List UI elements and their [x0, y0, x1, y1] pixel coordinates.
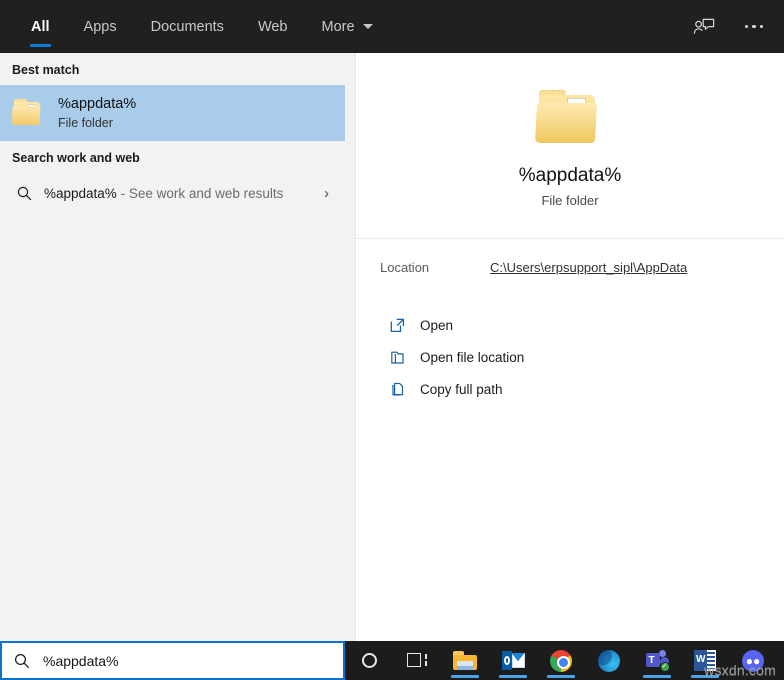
ellipsis-dot — [752, 25, 756, 29]
chevron-down-icon — [363, 24, 373, 29]
running-indicator — [643, 675, 671, 678]
action-copy-full-path[interactable]: Copy full path — [356, 373, 784, 405]
ellipsis-dot — [760, 25, 764, 29]
action-open[interactable]: Open — [356, 309, 784, 341]
taskbar-item-file-explorer[interactable] — [441, 641, 489, 680]
preview-title: %appdata% — [519, 165, 621, 187]
preview-pane: %appdata% File folder Location C:\Users\… — [355, 53, 784, 641]
location-row: Location C:\Users\erpsupport_sipl\AppDat… — [356, 239, 784, 295]
tab-web-label: Web — [258, 19, 288, 35]
feedback-person-icon[interactable] — [684, 7, 724, 47]
tab-apps-label: Apps — [84, 19, 117, 35]
search-icon — [12, 186, 36, 201]
result-item-appdata[interactable]: %appdata% File folder — [0, 85, 345, 141]
action-list: Open Open file location — [356, 295, 784, 405]
tab-all[interactable]: All — [14, 0, 67, 53]
preview-subtitle: File folder — [541, 193, 598, 208]
taskbar-item-edge[interactable] — [585, 641, 633, 680]
status-badge — [660, 662, 670, 672]
running-indicator — [547, 675, 575, 678]
tab-list: All Apps Documents Web More — [0, 0, 390, 53]
taskbar: T W ●● wsxdn.com — [0, 641, 784, 680]
running-indicator — [499, 675, 527, 678]
results-pane: Best match %appdata% File folder Search … — [0, 53, 345, 641]
ellipsis-dot — [745, 25, 749, 29]
tab-documents[interactable]: Documents — [134, 0, 241, 53]
folder-icon — [533, 87, 607, 149]
windows-search-overlay: All Apps Documents Web More — [0, 0, 784, 680]
search-work-web-heading: Search work and web — [0, 141, 345, 173]
ellipsis-icon[interactable] — [734, 7, 774, 47]
action-open-label: Open — [420, 318, 453, 333]
web-result-row[interactable]: %appdata% - See work and web results › — [0, 173, 345, 213]
watermark: wsxdn.com — [704, 662, 776, 678]
result-item-subtitle: File folder — [58, 115, 136, 132]
tab-apps[interactable]: Apps — [67, 0, 134, 53]
folder-icon — [10, 97, 46, 129]
copy-icon — [386, 382, 408, 397]
search-body: Best match %appdata% File folder Search … — [0, 53, 784, 641]
folder-open-icon — [386, 350, 408, 365]
running-indicator — [451, 675, 479, 678]
action-copy-full-path-label: Copy full path — [420, 382, 503, 397]
action-open-file-location[interactable]: Open file location — [356, 341, 784, 373]
taskbar-item-cortana[interactable] — [345, 641, 393, 680]
taskbar-item-chrome[interactable] — [537, 641, 585, 680]
open-in-new-icon — [386, 318, 408, 333]
action-open-file-location-label: Open file location — [420, 350, 524, 365]
tab-web[interactable]: Web — [241, 0, 305, 53]
tab-documents-label: Documents — [151, 19, 224, 35]
file-explorer-icon — [453, 651, 477, 670]
taskbar-item-task-view[interactable] — [393, 641, 441, 680]
chevron-right-icon[interactable]: › — [324, 185, 333, 202]
best-match-heading: Best match — [0, 53, 345, 85]
taskbar-item-outlook[interactable] — [489, 641, 537, 680]
location-label: Location — [380, 260, 490, 275]
search-input[interactable] — [43, 653, 303, 669]
tab-all-label: All — [31, 19, 50, 35]
web-result-suffix: - See work and web results — [121, 186, 284, 201]
result-item-title: %appdata% — [58, 95, 136, 113]
task-view-icon — [407, 652, 427, 669]
edge-icon — [598, 650, 620, 672]
web-result-query: %appdata% — [44, 186, 117, 201]
cortana-icon — [362, 653, 377, 668]
chrome-icon — [550, 650, 572, 672]
result-item-text: %appdata% File folder — [58, 95, 136, 132]
pane-gap — [345, 53, 355, 641]
taskbar-item-teams[interactable]: T — [633, 641, 681, 680]
location-path-link[interactable]: C:\Users\erpsupport_sipl\AppData — [490, 260, 687, 275]
web-result-label: %appdata% - See work and web results — [44, 186, 324, 201]
outlook-icon — [502, 651, 525, 670]
search-tabbar: All Apps Documents Web More — [0, 0, 784, 53]
tab-more-label: More — [322, 19, 355, 35]
teams-icon: T — [646, 650, 669, 671]
preview-header: %appdata% File folder — [356, 53, 784, 239]
tabbar-actions — [684, 0, 774, 53]
search-icon — [14, 653, 30, 669]
tab-more[interactable]: More — [305, 0, 390, 53]
taskbar-search-box[interactable] — [0, 641, 345, 680]
